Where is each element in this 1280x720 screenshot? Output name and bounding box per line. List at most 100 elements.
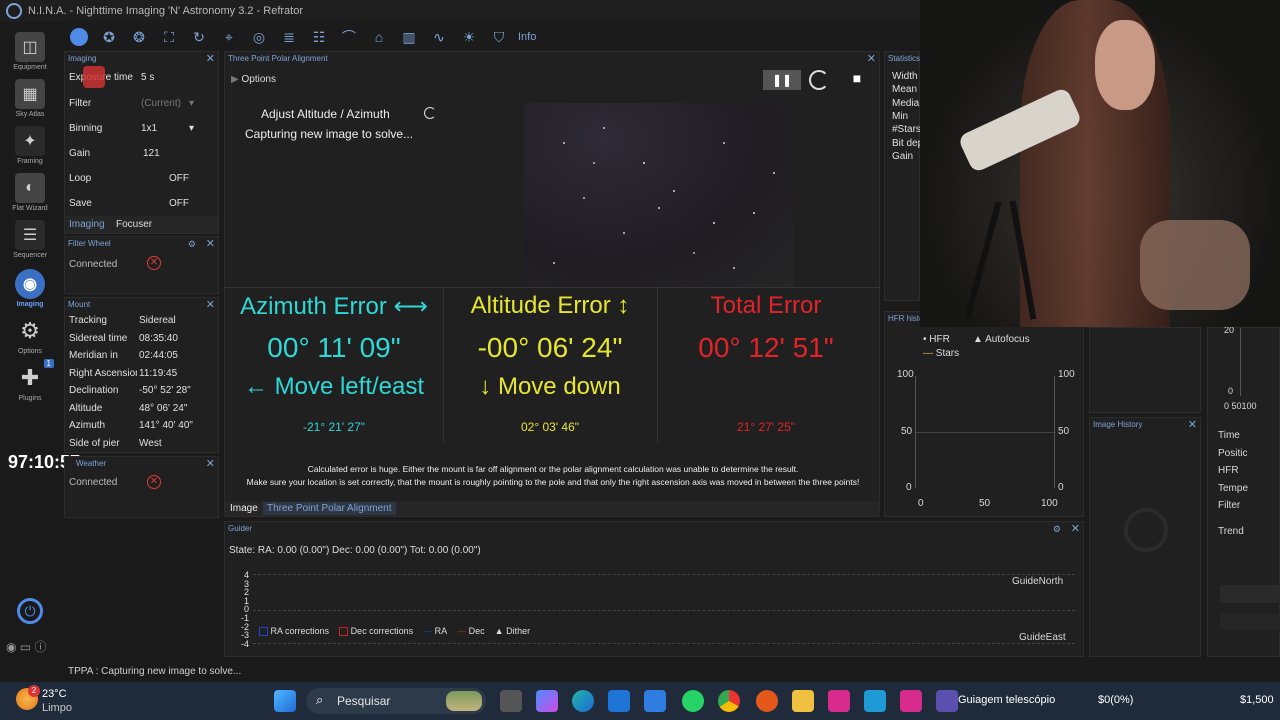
aperture-icon[interactable]: ✪ [94,25,124,49]
nav-equipment[interactable]: ◫ Equipment [0,32,60,71]
mount-label: Azimuth [69,420,106,431]
chevron-right-icon: ▶ [231,74,239,85]
observatory-icon[interactable]: ⌂ [364,25,394,49]
panel-title: Three Point Polar Alignment ✕ [228,52,876,66]
altitude-error-title: Altitude Error ↕ [470,292,630,319]
close-icon[interactable]: ✕ [1071,522,1080,536]
hfr-plot [915,376,1056,488]
tab-image[interactable]: Image [230,503,258,514]
start-autofocus-button[interactable] [1220,614,1280,630]
nav-options[interactable]: ⚙ Options [0,316,60,355]
tab-tppa[interactable]: Three Point Polar Alignment [263,502,396,515]
label-filter: Filter [1218,500,1241,511]
disconnect-icon[interactable]: ✕ [147,256,161,270]
nav-framing[interactable]: ✦ Framing [0,126,60,165]
info-tab[interactable]: Info [518,31,536,43]
dome-icon[interactable]: ⌒ [334,25,364,49]
autofocus-select[interactable] [1220,585,1280,603]
label-temperature: Tempe [1218,483,1249,494]
close-icon[interactable]: ✕ [206,52,215,66]
app-icon-3[interactable] [864,690,886,712]
search-box[interactable]: ⌕ Pesquisar [306,688,486,714]
mount-value: 08:35:40 [139,332,178,344]
legend-ra-corrections: RA corrections [259,626,329,637]
stop-button[interactable]: ■ [847,70,867,90]
gear-icon: ⚙ [20,318,40,343]
hfr-panel: HFR histo • HFR ▲ Autofocus — Stars 100 … [884,311,1084,517]
power-icon[interactable]: ⏻ [17,598,43,624]
windows-start-icon[interactable] [274,690,296,712]
folder-icon[interactable] [792,690,814,712]
nav-flat-wizard[interactable]: ◐ Flat Wizard [0,173,60,212]
nav-plugins[interactable]: ✚ 1 Plugins [0,359,60,402]
nina-task-icon[interactable] [936,690,958,712]
graph-icon[interactable]: ∿ [424,25,454,49]
close-icon[interactable]: ✕ [206,237,215,251]
nav-imaging[interactable]: ◉ Imaging [0,269,60,308]
guide-east-label: GuideEast [1019,632,1066,643]
y-tick: 0 [906,482,912,493]
y-tick: 100 [897,369,914,380]
stat-label: Bit dep [892,137,921,149]
altitude-small: 02° 03' 46" [520,420,580,434]
binning-select[interactable]: 1x1 [141,123,157,134]
histogram-icon[interactable]: ▥ [394,25,424,49]
close-icon[interactable]: ✕ [206,298,215,312]
close-icon[interactable]: ✕ [1188,418,1197,432]
disconnect-icon[interactable]: ✕ [147,475,161,489]
nav-sky-atlas[interactable]: ▦ Sky Atlas [0,79,60,118]
window-title: N.I.N.A. - Nighttime Imaging 'N' Astrono… [28,5,304,17]
app-icon-4[interactable] [900,690,922,712]
panel-title: Weather ✕ [76,457,215,471]
plugins-badge: 1 [43,359,54,368]
taskbar: 2 23°C Limpo ⌕ Pesquisar Guiagem telescó… [0,682,1280,720]
label-position: Positic [1218,448,1248,459]
nina-logo-icon [6,3,22,19]
mount-label: Declination [69,385,119,396]
edge-icon[interactable] [572,690,594,712]
whatsapp-icon[interactable] [682,690,704,712]
focuser-icon[interactable]: ⛶ [154,25,184,49]
nav-sequencer[interactable]: ☰ Sequencer [0,220,60,259]
save-toggle[interactable]: OFF [169,198,189,209]
toolbar-imaging-button[interactable] [64,25,94,49]
chrome-icon[interactable] [718,690,740,712]
tab-imaging[interactable]: Imaging [69,219,105,230]
settings-icon[interactable]: ⚙ [188,237,196,251]
total-error-value: 00° 12' 51" [698,332,834,363]
tab-focuser[interactable]: Focuser [116,219,152,230]
loop-toggle[interactable]: OFF [169,173,189,184]
task-view-icon[interactable] [500,690,522,712]
x-tick: 0 [918,498,924,509]
obs-icon[interactable] [756,690,778,712]
app-icon-2[interactable] [828,690,850,712]
copilot-icon[interactable] [536,690,558,712]
stat-label: Gain [892,150,914,162]
chevron-down-icon: ▾ [189,123,195,134]
pause-button[interactable]: ❚❚ [763,70,801,90]
app-icon[interactable] [644,690,666,712]
mount-label: Side of pier [69,437,120,449]
filter-wheel-icon[interactable]: ❂ [124,25,154,49]
close-icon[interactable]: ✕ [867,52,876,66]
tppa-tabs: Image Three Point Polar Alignment [225,501,879,516]
telescope-icon[interactable]: ⌖ [214,25,244,49]
step-status: Capturing new image to solve... [245,127,414,141]
active-app-label[interactable]: Guiagem telescópio [958,694,1055,706]
settings-icon[interactable]: ⚙ [1053,522,1061,536]
store-icon[interactable] [608,690,630,712]
lightbulb-icon[interactable]: ☀ [454,25,484,49]
rotator-icon[interactable]: ↻ [184,25,214,49]
gain-input[interactable]: 121 [143,148,160,159]
shield-icon[interactable]: ⛉ [484,25,514,49]
sequence-icon[interactable]: ≣ [274,25,304,49]
exposure-input[interactable]: 5 s [141,72,201,83]
options-expander[interactable]: ▶ Options [231,74,276,85]
sliders-icon[interactable]: ☷ [304,25,334,49]
y-tick: 50 [901,426,913,437]
guider-icon[interactable]: ◎ [244,25,274,49]
tripod-leg [964,201,1002,319]
imaging-panel: Imaging✕ Exposure time 5 s Filter (Curre… [64,51,219,234]
close-icon[interactable]: ✕ [206,457,215,471]
legend-dec-corrections: Dec corrections [339,626,413,637]
